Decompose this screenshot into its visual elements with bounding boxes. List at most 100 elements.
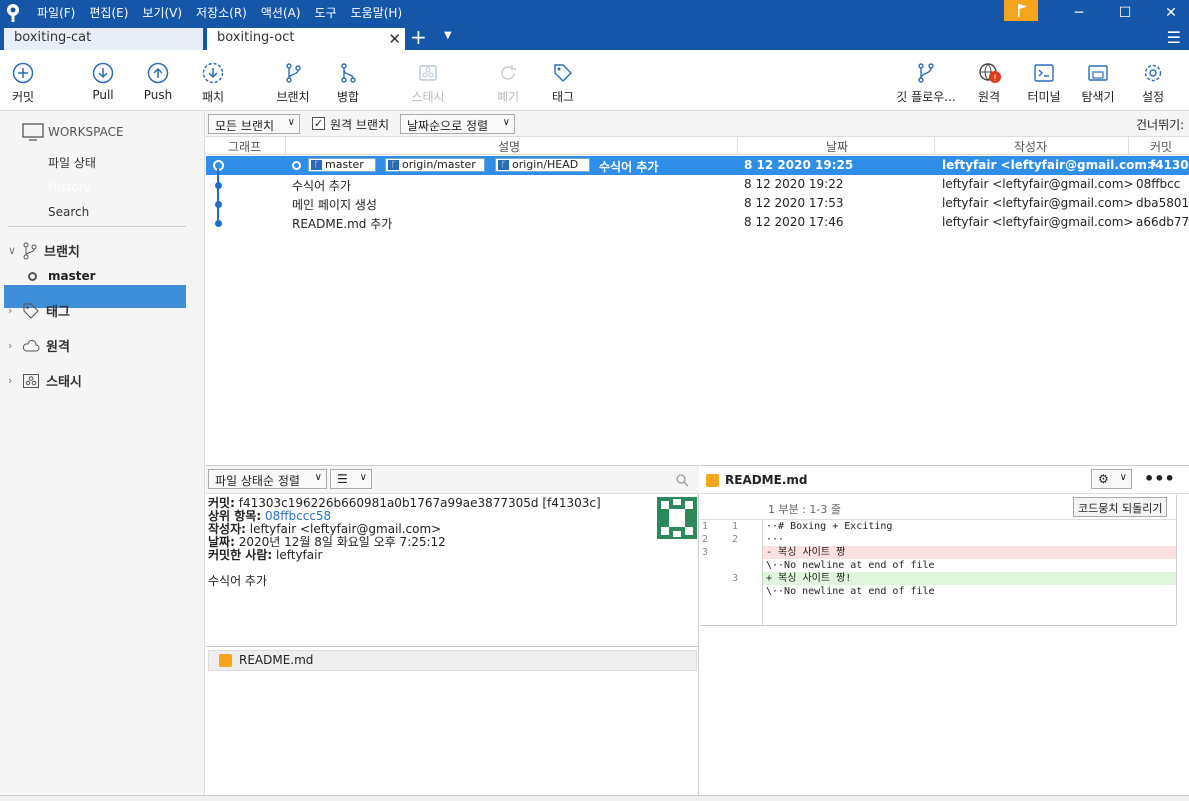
sidebar-branch-master[interactable]: master [48,269,96,283]
column-graph[interactable]: 그래프 [228,138,261,155]
tags-label: 태그 [46,305,70,320]
author-value: leftyfair <leftyfair@gmail.com> [249,522,442,536]
remote-button[interactable]: ! 원격 [976,62,1002,105]
commit-row[interactable]: README.md 추가 8 12 2020 17:46 leftyfair <… [206,213,1189,232]
commit-hash-value: f41303c196226b660981a0b1767a99ae3877305d… [238,496,601,510]
column-divider[interactable] [737,137,738,155]
column-divider[interactable] [1128,137,1129,155]
column-divider[interactable] [285,137,286,155]
more-options-icon[interactable]: ••• [1144,469,1175,488]
file-sort-dropdown[interactable]: 파일 상태순 정렬 ∨ [208,469,327,489]
menu-help[interactable]: 도움말(H) [351,4,403,21]
arrow-down-circle-icon [92,62,114,84]
ref-badge-master[interactable]: ᚴ master [308,158,376,172]
menu-view[interactable]: 보기(V) [142,4,182,21]
sort-dropdown[interactable]: 날짜순으로 정렬 ∨ [400,114,515,134]
merge-button[interactable]: 병합 [334,62,362,105]
ref-badge-origin-master[interactable]: ᚴ origin/master [385,158,485,172]
diff-line: \··No newline at end of file [700,585,1176,598]
old-line-number: 3 [702,547,709,558]
sidebar-item-file-status[interactable]: 파일 상태 [48,154,96,171]
date-label: 날짜: [208,535,235,549]
settings-label: 설정 [1141,90,1165,104]
patch-button[interactable]: 패치 [200,62,226,105]
branches-label: 브랜치 [44,245,80,260]
branch-ref-icon: ᚴ [388,160,399,170]
revert-hunk-button[interactable]: 코드뭉치 되돌리기 [1073,497,1168,517]
graph-node-icon [215,220,222,227]
branches-dropdown[interactable]: 모든 브랜치 ∨ [208,114,300,134]
stash-button[interactable]: 스태시 [409,62,447,105]
parent-commit-link[interactable]: 08ffbccc58 [265,509,331,523]
discard-button[interactable]: 폐기 [496,62,520,105]
chevron-right-icon: › [8,339,13,352]
push-button[interactable]: Push [143,62,173,102]
branch-button[interactable]: 브랜치 [275,62,311,105]
ref-badge-origin-head[interactable]: ᚴ origin/HEAD [495,158,590,172]
commit-hash-label: 커밋: [208,496,235,510]
column-divider[interactable] [934,137,935,155]
graph-line [217,169,219,226]
hamburger-menu-icon[interactable]: ☰ [1167,28,1181,47]
committer-label: 커밋한 사람: [208,548,273,562]
commit-hash: 08ffbcc [1136,177,1181,191]
commit-row[interactable]: 수식어 추가 8 12 2020 19:22 leftyfair <leftyf… [206,175,1189,194]
close-tab-icon[interactable]: ✕ [388,30,401,48]
menu-edit[interactable]: 편집(E) [89,4,128,21]
new-line-number: 1 [732,521,739,532]
flag-button[interactable] [1004,0,1038,21]
view-mode-dropdown[interactable]: ☰ ∨ [330,469,372,489]
terminal-icon [1034,64,1054,82]
explorer-button[interactable]: 탐색기 [1080,62,1116,105]
tag-button[interactable]: 태그 [550,62,576,105]
column-date[interactable]: 날짜 [826,138,848,155]
menu-repository[interactable]: 저장소(R) [196,4,247,21]
menu-file[interactable]: 파일(F) [37,4,75,21]
new-tab-button[interactable]: + [410,27,427,47]
workspace-header: WORKSPACE [22,123,124,141]
changed-file-item[interactable]: README.md [208,650,697,671]
terminal-button[interactable]: 터미널 [1026,62,1062,105]
tab-boxiting-cat[interactable]: boxiting-cat [4,28,203,50]
author-label: 작성자: [208,522,246,536]
column-commit[interactable]: 커밋 [1150,138,1172,155]
menu-tools[interactable]: 도구 [315,4,337,21]
diff-bottom-border [700,625,1176,626]
diff-toolbar: README.md ⚙ ∨ ••• [700,466,1189,494]
push-label: Push [143,88,173,102]
diff-options-dropdown[interactable]: ⚙ ∨ [1091,469,1132,489]
settings-button[interactable]: 설정 [1140,62,1166,105]
menu-actions[interactable]: 액션(A) [261,4,301,21]
commit-author: leftyfair <leftyfair@gmail.com> [942,177,1134,191]
chevron-right-icon: › [8,304,13,317]
commit-description: 메인 페이지 생성 [292,198,377,212]
branches-section[interactable]: ∨ 브랜치 [8,241,80,260]
sidebar-item-search[interactable]: Search [48,205,89,219]
remote-branches-checkbox[interactable]: ✓ [312,117,325,130]
diff-line-text: \··No newline at end of file [766,560,935,571]
minimize-button[interactable]: ─ [1056,0,1102,25]
search-icon[interactable] [676,474,689,487]
branch-icon [23,242,37,259]
maximize-button[interactable]: ☐ [1102,0,1148,25]
tab-boxiting-oct[interactable]: boxiting-oct ✕ [207,28,405,50]
diff-line-text: \··No newline at end of file [766,586,935,597]
gitflow-button[interactable]: 깃 플로우... [893,62,959,105]
column-description[interactable]: 설명 [498,138,520,155]
tab-bar: boxiting-cat boxiting-oct ✕ [0,25,1189,50]
commit-row[interactable]: 메인 페이지 생성 8 12 2020 17:53 leftyfair <lef… [206,194,1189,213]
diff-line-text: - 복싱 사이트 짱 [766,547,846,558]
file-sort-value: 파일 상태순 정렬 [215,474,300,488]
tags-section[interactable]: › 태그 [8,301,70,320]
pull-button[interactable]: Pull [89,62,117,102]
tab-dropdown-icon[interactable]: ▼ [444,30,452,41]
remotes-section[interactable]: › 원격 [8,336,70,355]
commit-author: leftyfair <leftyfair@gmail.com> [942,196,1134,210]
close-button[interactable]: ✕ [1148,0,1189,25]
stash-section[interactable]: › 스태시 [8,371,82,390]
commit-row[interactable]: ᚴ master ᚴ origin/master ᚴ origin/HEAD 수식어 … [206,156,1189,175]
commit-button[interactable]: 커밋 [10,62,36,105]
column-author[interactable]: 작성자 [1014,138,1047,155]
chevron-down-icon: ∨ [359,472,367,483]
modified-file-icon [706,474,719,487]
